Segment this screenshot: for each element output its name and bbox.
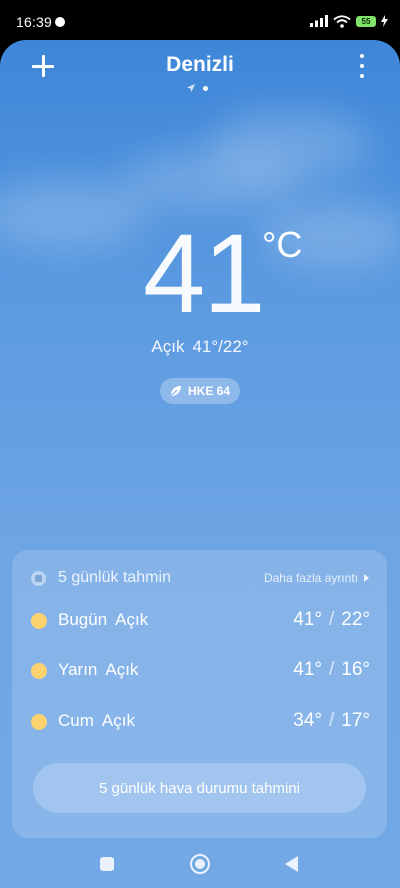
temperature-unit: °C: [262, 224, 303, 265]
forecast-condition: Açık: [101, 711, 135, 730]
temp-separator: /: [328, 609, 335, 630]
forecast-row[interactable]: Yarın Açık 41° / 16°: [12, 657, 387, 687]
notification-dot-icon: [55, 17, 65, 27]
more-details-label: Daha fazla ayrıntı: [263, 571, 358, 585]
chevron-right-icon: [364, 574, 369, 582]
forecast-high: 34°: [293, 710, 322, 731]
sun-icon: [31, 714, 47, 730]
current-condition: Açık 41°/22°: [0, 337, 400, 357]
aqi-value: HKE 64: [187, 384, 231, 398]
status-time: 16:39: [16, 14, 53, 30]
more-options-button[interactable]: [352, 54, 372, 78]
back-button[interactable]: [285, 856, 298, 872]
temp-separator: /: [328, 710, 335, 731]
current-temperature: 41 °C: [0, 218, 400, 338]
forecast-day: Bugün: [58, 610, 108, 629]
city-name: Denizli: [166, 53, 234, 76]
leaf-icon: [170, 386, 181, 396]
forecast-day-label: Cum Açık: [58, 711, 135, 731]
forecast-low: 16°: [341, 659, 370, 680]
page-dot: [203, 85, 208, 91]
more-details-link[interactable]: Daha fazla ayrıntı: [264, 571, 369, 585]
weather-app: Denizli 41 °C Açık 41°/22° HKE 64 5 günlü…: [0, 40, 400, 888]
forecast-low: 17°: [341, 710, 370, 731]
header: Denizli: [0, 40, 400, 110]
forecast-header: 5 günlük tahmin Daha fazla ayrıntı: [12, 569, 387, 591]
temp-separator: /: [328, 659, 335, 680]
status-icons: 55: [310, 13, 388, 29]
condition-text: Açık: [151, 337, 185, 356]
sun-icon: [31, 613, 47, 629]
sun-icon: [31, 663, 47, 679]
forecast-high: 41°: [293, 659, 322, 680]
forecast-day-label: Bugün Açık: [58, 610, 148, 630]
forecast-temps: 41° / 22°: [293, 609, 370, 631]
temperature-range: 41°/22°: [192, 337, 249, 356]
forecast-row[interactable]: Cum Açık 34° / 17°: [12, 708, 387, 738]
more-dot-icon: [360, 74, 364, 78]
more-dot-icon: [360, 64, 364, 68]
forecast-card: 5 günlük tahmin Daha fazla ayrıntı Bugün…: [12, 550, 387, 838]
navigation-bar: [0, 840, 400, 888]
forecast-condition: Açık: [115, 610, 149, 629]
forecast-title: 5 günlük tahmin: [58, 569, 171, 586]
forecast-day-label: Yarın Açık: [58, 660, 138, 680]
five-day-forecast-button[interactable]: 5 günlük hava durumu tahmini: [33, 763, 366, 813]
forecast-day: Yarın: [58, 660, 98, 679]
status-bar: 16:39 55: [0, 0, 400, 40]
page-indicator: [187, 84, 208, 92]
forecast-temps: 41° / 16°: [293, 659, 370, 681]
home-button[interactable]: [190, 854, 210, 874]
calendar-icon: [31, 571, 46, 586]
more-dot-icon: [360, 54, 364, 58]
location-arrow-icon: [187, 84, 195, 92]
forecast-low: 22°: [341, 609, 370, 630]
air-quality-badge[interactable]: HKE 64: [160, 378, 240, 404]
wifi-icon: [333, 14, 351, 28]
cloud-decoration: [120, 150, 300, 210]
charging-icon: [381, 15, 388, 27]
forecast-high: 41°: [293, 609, 322, 630]
forecast-day: Cum: [58, 711, 94, 730]
forecast-temps: 34° / 17°: [293, 710, 370, 732]
forecast-condition: Açık: [105, 660, 139, 679]
forecast-row[interactable]: Bugün Açık 41° / 22°: [12, 607, 387, 637]
battery-icon: 55: [356, 15, 376, 27]
signal-icon: [310, 15, 328, 27]
temperature-value: 41: [143, 211, 266, 336]
recents-button[interactable]: [100, 857, 114, 871]
